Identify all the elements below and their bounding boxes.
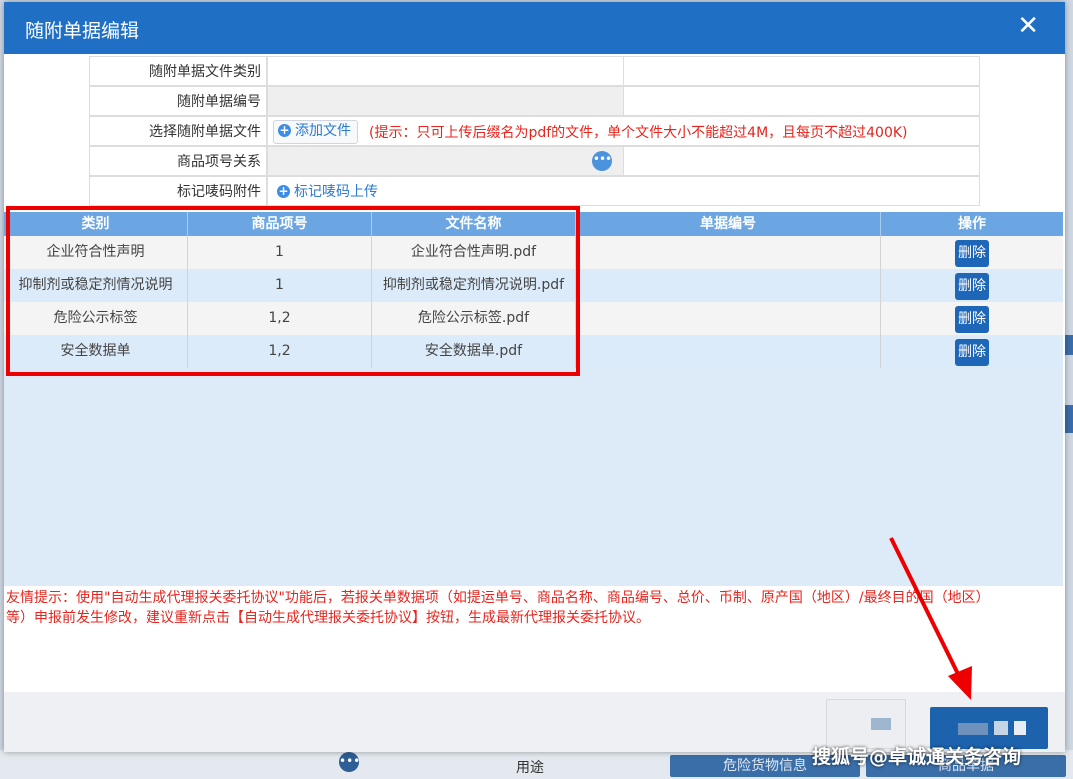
cell-doc-no — [576, 335, 881, 368]
barcode-upload-link[interactable]: + 标记唛码上传 — [277, 181, 378, 201]
cell-item-no: 1 — [188, 236, 372, 269]
cell-item-no: 1,2 — [188, 335, 372, 368]
watermark: 搜狐号@卓诚通关务咨询 — [812, 746, 1022, 768]
col-header-action: 操作 — [958, 216, 986, 232]
col-header-file-name: 文件名称 — [372, 212, 576, 236]
item-relation-label: 商品项号关系 — [89, 146, 267, 176]
barcode-upload-label: 标记唛码上传 — [294, 184, 378, 200]
dialog-title: 随附单据编辑 — [25, 20, 140, 42]
cell-doc-no — [576, 269, 881, 302]
cell-category: 危险公示标签 — [4, 302, 188, 335]
cell-item-no: 1 — [188, 269, 372, 302]
table-row: 危险公示标签 1,2 危险公示标签.pdf 删除 — [4, 302, 1063, 335]
form-empty-cell — [623, 56, 980, 86]
attachment-grid: 类别 商品项号 文件名称 单据编号 操作 企业符合性声明 1 企业符合性声明.p… — [4, 212, 1063, 586]
form-empty-cell — [623, 86, 980, 116]
tips-line: 友情提示：使用"自动生成代理报关委托协议"功能后，若报关单数据项（如提运单号、商… — [6, 590, 990, 606]
doc-no-label: 随附单据编号 — [89, 86, 267, 116]
cell-file-name[interactable]: 企业符合性声明.pdf — [372, 236, 576, 269]
cell-category: 企业符合性声明 — [4, 236, 188, 269]
tips-line: 等）申报前发生修改，建议重新点击【自动生成代理报关委托协议】按钮，生成最新代理报… — [6, 610, 650, 626]
item-relation-field[interactable] — [267, 146, 624, 176]
doc-no-field — [267, 86, 624, 116]
cell-file-name[interactable]: 安全数据单.pdf — [372, 335, 576, 368]
doc-type-field[interactable] — [267, 56, 624, 86]
form-row-select-file: 选择随附单据文件 + 添加文件 (提示：只可上传后缀名为pdf的文件，单个文件大小… — [89, 116, 980, 146]
form-row-item-relation: 商品项号关系 ••• — [89, 146, 980, 176]
more-icon[interactable]: ••• — [339, 752, 360, 772]
cell-file-name[interactable]: 危险公示标签.pdf — [372, 302, 576, 335]
form-row-doc-type: 随附单据文件类别 — [89, 56, 980, 86]
barcode-label: 标记唛码附件 — [89, 176, 267, 206]
add-file-label: 添加文件 — [295, 123, 351, 139]
usage-label: 用途 — [516, 760, 544, 776]
col-header-doc-no: 单据编号 — [576, 212, 881, 236]
cell-doc-no — [576, 236, 881, 269]
col-header-item-no: 商品项号 — [188, 212, 372, 236]
select-file-label: 选择随附单据文件 — [89, 116, 267, 146]
pixelated-button-label — [1014, 721, 1026, 735]
form-row-doc-no: 随附单据编号 — [89, 86, 980, 116]
cell-category: 抑制剂或稳定剂情况说明 — [4, 269, 188, 302]
table-row: 企业符合性声明 1 企业符合性声明.pdf 删除 — [4, 236, 1063, 269]
attachment-edit-dialog: 随附单据编辑 ✕ 随附单据文件类别 随附单据编号 选择随附单据文件 + 添加文件 … — [4, 2, 1065, 752]
cell-doc-no — [576, 302, 881, 335]
doc-type-label: 随附单据文件类别 — [89, 56, 267, 86]
more-icon[interactable]: ••• — [592, 151, 612, 171]
plus-icon: + — [277, 184, 290, 198]
pixelated-button-label — [958, 723, 988, 735]
add-file-button[interactable]: + 添加文件 — [273, 120, 358, 144]
col-header-category: 类别 — [4, 212, 188, 236]
table-row: 安全数据单 1,2 安全数据单.pdf 删除 — [4, 335, 1063, 368]
cell-category: 安全数据单 — [4, 335, 188, 368]
upload-hint: (提示：只可上传后缀名为pdf的文件，单个文件大小不能超过4M，且每页不超过40… — [369, 125, 908, 141]
close-icon[interactable]: ✕ — [1017, 13, 1039, 39]
plus-icon: + — [278, 123, 291, 137]
delete-button[interactable]: 删除 — [955, 339, 989, 366]
grid-header: 类别 商品项号 文件名称 单据编号 操作 — [4, 212, 1063, 236]
form-empty-cell — [623, 146, 980, 176]
pixelated-button-label — [871, 718, 891, 730]
delete-button[interactable]: 删除 — [955, 240, 989, 267]
form-row-barcode: 标记唛码附件 + 标记唛码上传 — [89, 176, 980, 206]
delete-button[interactable]: 删除 — [955, 273, 989, 300]
friendly-tips: 友情提示：使用"自动生成代理报关委托协议"功能后，若报关单数据项（如提运单号、商… — [4, 588, 1063, 692]
pixelated-button-label — [994, 721, 1008, 735]
cell-file-name[interactable]: 抑制剂或稳定剂情况说明.pdf — [372, 269, 576, 302]
delete-button[interactable]: 删除 — [955, 306, 989, 333]
cell-item-no: 1,2 — [188, 302, 372, 335]
dialog-title-bar: 随附单据编辑 ✕ — [4, 2, 1065, 54]
table-row: 抑制剂或稳定剂情况说明 1 抑制剂或稳定剂情况说明.pdf 删除 — [4, 269, 1063, 302]
